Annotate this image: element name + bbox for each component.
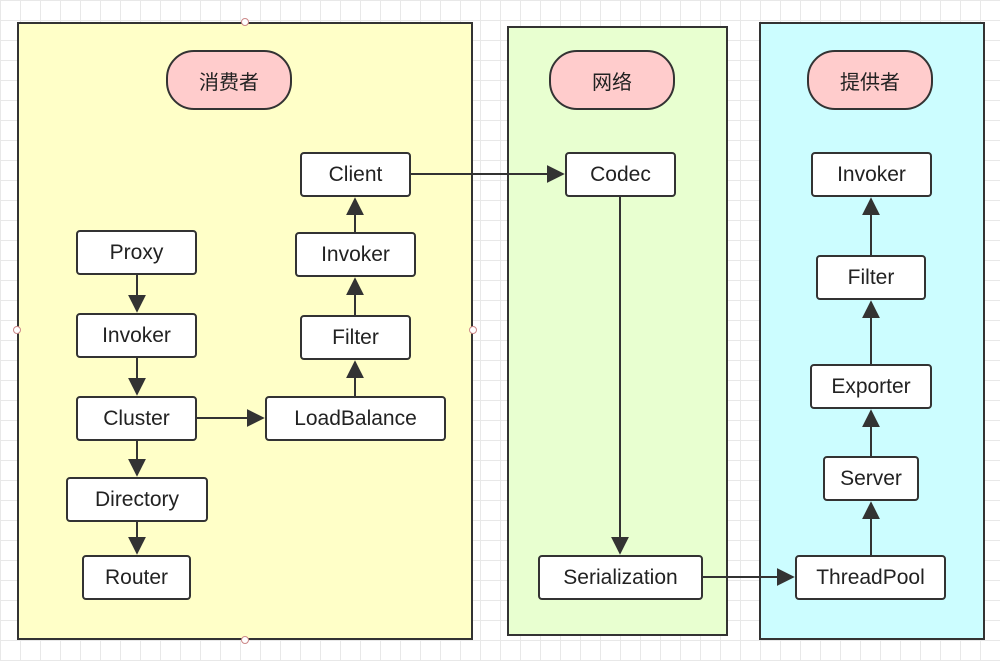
connector-arrows [128, 165, 880, 586]
diagram-canvas: 消费者 网络 提供者 Proxy Invoker Cluster Directo… [0, 0, 1000, 661]
